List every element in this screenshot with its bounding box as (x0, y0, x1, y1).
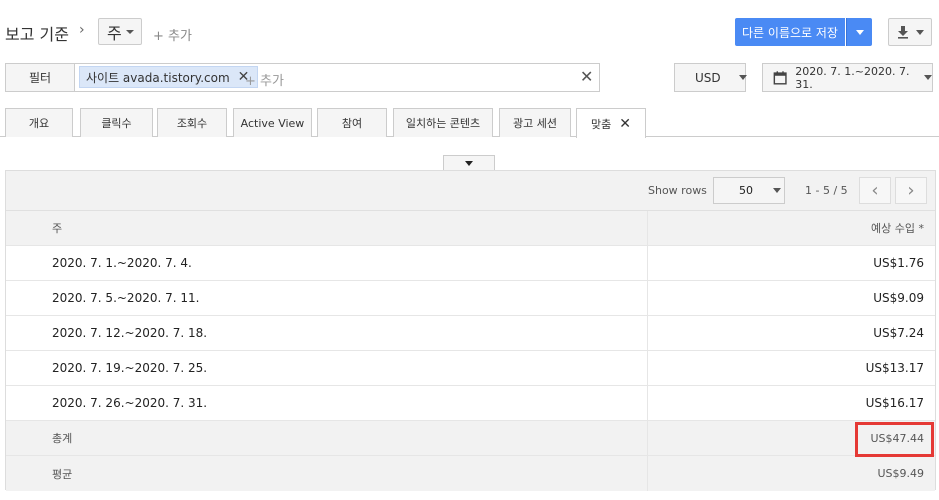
close-icon[interactable]: ✕ (619, 116, 631, 132)
prev-page-button[interactable]: ‹ (859, 177, 891, 204)
tab-views[interactable]: 조회수 (157, 108, 227, 137)
tab-overview[interactable]: 개요 (5, 108, 73, 137)
save-options-button[interactable] (846, 18, 872, 46)
total-highlight-box (855, 422, 934, 457)
week-cell: 2020. 7. 5.~2020. 7. 11. (6, 281, 648, 315)
revenue-cell: US$9.09 (873, 291, 924, 305)
rows-per-page-select[interactable]: 50 (713, 177, 785, 204)
table-row: 2020. 7. 19.~2020. 7. 25. US$13.17 (6, 351, 935, 386)
average-row: 평균 US$9.49 (6, 456, 935, 491)
total-row: 총계 US$47.44 (6, 421, 935, 456)
save-as-button[interactable]: 다른 이름으로 저장 (735, 18, 845, 46)
add-dimension-link[interactable]: + 추가 (153, 25, 192, 44)
revenue-cell: US$1.76 (873, 256, 924, 270)
report-table: Show rows 50 1 - 5 / 5 ‹ › 주 예상 수입 * 202… (5, 170, 936, 491)
download-button[interactable] (888, 18, 932, 46)
page-info: 1 - 5 / 5 (805, 184, 848, 197)
tab-matched-content[interactable]: 일치하는 콘텐츠 (393, 108, 493, 137)
column-header-revenue[interactable]: 예상 수입 * (648, 211, 935, 245)
average-value: US$9.49 (877, 467, 924, 480)
tab-ad-sessions[interactable]: 광고 세션 (499, 108, 571, 137)
column-header-week[interactable]: 주 (6, 211, 648, 245)
average-label: 평균 (6, 456, 648, 491)
date-range-value: 2020. 7. 1.~2020. 7. 31. (795, 64, 910, 91)
filter-chip[interactable]: 사이트 avada.tistory.com ✕ (79, 66, 259, 88)
week-cell: 2020. 7. 12.~2020. 7. 18. (6, 316, 648, 350)
chevron-right-icon: › (79, 22, 85, 38)
revenue-cell: US$16.17 (865, 396, 924, 410)
table-toolbar: Show rows 50 1 - 5 / 5 ‹ › (6, 171, 935, 211)
rows-per-page-value: 50 (739, 184, 753, 197)
currency-value: USD (695, 70, 721, 85)
show-rows-label: Show rows (648, 184, 707, 197)
caret-down-icon (916, 29, 924, 35)
currency-select[interactable]: USD (674, 63, 747, 92)
tab-bar: 개요 클릭수 조회수 Active View 참여 일치하는 콘텐츠 광고 세션… (0, 108, 939, 138)
calendar-icon (773, 70, 787, 85)
week-cell: 2020. 7. 26.~2020. 7. 31. (6, 386, 648, 420)
caret-down-icon (465, 160, 473, 166)
week-cell: 2020. 7. 1.~2020. 7. 4. (6, 246, 648, 280)
add-filter-input[interactable]: + 추가 (245, 70, 284, 89)
table-header-row: 주 예상 수입 * (6, 211, 935, 246)
chevron-left-icon: ‹ (871, 180, 879, 201)
week-cell: 2020. 7. 19.~2020. 7. 25. (6, 351, 648, 385)
tab-engagement[interactable]: 참여 (317, 108, 387, 137)
caret-down-icon (125, 29, 134, 34)
tab-custom-label: 맞춤 (591, 117, 612, 131)
caret-down-icon (738, 75, 747, 80)
caret-down-icon (924, 75, 932, 80)
next-page-button[interactable]: › (895, 177, 927, 204)
table-row: 2020. 7. 12.~2020. 7. 18. US$7.24 (6, 316, 935, 351)
revenue-cell: US$13.17 (865, 361, 924, 375)
table-row: 2020. 7. 5.~2020. 7. 11. US$9.09 (6, 281, 935, 316)
table-row: 2020. 7. 1.~2020. 7. 4. US$1.76 (6, 246, 935, 281)
dimension-value: 주 (107, 23, 122, 43)
caret-down-icon (773, 188, 781, 193)
tab-custom[interactable]: 맞춤 ✕ (576, 108, 646, 138)
clear-filter-icon[interactable]: ✕ (580, 67, 593, 86)
page-title: 보고 기준 (5, 25, 69, 44)
tab-clicks[interactable]: 클릭수 (80, 108, 153, 137)
caret-down-icon (855, 29, 864, 35)
dimension-select[interactable]: 주 (98, 18, 142, 45)
chevron-right-icon: › (907, 180, 915, 201)
collapse-chart-toggle[interactable] (443, 155, 495, 170)
filter-chip-text: 사이트 avada.tistory.com (86, 70, 230, 85)
table-row: 2020. 7. 26.~2020. 7. 31. US$16.17 (6, 386, 935, 421)
date-range-picker[interactable]: 2020. 7. 1.~2020. 7. 31. (762, 63, 933, 92)
total-label: 총계 (6, 421, 648, 455)
filter-label: 필터 (5, 63, 75, 92)
tab-active-view[interactable]: Active View (233, 108, 312, 137)
revenue-cell: US$7.24 (873, 326, 924, 340)
download-icon (898, 26, 908, 39)
